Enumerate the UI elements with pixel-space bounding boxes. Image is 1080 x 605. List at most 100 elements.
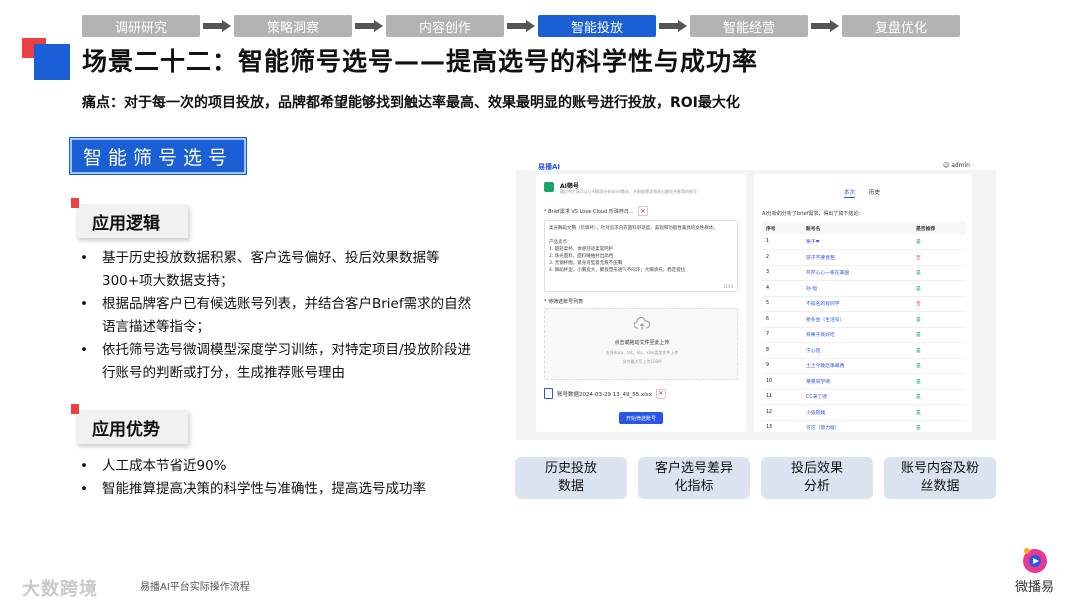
- flow-step: 智能经营: [690, 15, 808, 37]
- table-row: 10 莱莱同学啊是: [762, 373, 966, 390]
- feature-box: 账号内容及粉 丝数据: [884, 457, 996, 499]
- upload-limit-text: 文件最大可上传100M: [622, 359, 662, 364]
- table-row: 2 孩子不要善茬否: [762, 249, 966, 266]
- feature-box: 投后效果 分析: [761, 457, 873, 499]
- tab-history[interactable]: 历史: [869, 188, 880, 198]
- brief-line: 3. 无钢杯圈，紧身弯型着无痕不压胸: [549, 261, 623, 266]
- flow-step: 策略洞察: [234, 15, 352, 37]
- advantage-list: 人工成本节省近90% 智能推算提高决策的科学性与准确性，提高选号成功率: [80, 455, 480, 501]
- account-name-link[interactable]: 不知名的程同学: [802, 296, 912, 312]
- account-name-link[interactable]: 宁心宛: [802, 342, 912, 359]
- brief-line: 4. 舞蹈杯型，小胸变大，聚拢塑形透气不闷汗；大胸承托，稳定提拉: [549, 268, 686, 273]
- recommend-flag: 是: [912, 389, 966, 405]
- account-name-link[interactable]: CC来了呢: [802, 389, 912, 405]
- row-index: 6: [762, 311, 802, 328]
- result-lead: AI分析的分析了brief需求，得出了如下结论：: [762, 211, 864, 217]
- upload-cloud-icon: [634, 317, 650, 330]
- brief-line: 1. 超轻柔杯，体感舒适柔软呵护: [549, 247, 614, 252]
- row-index: 8: [762, 342, 802, 359]
- account-name-link[interactable]: 芹芹心心一家在美国: [802, 265, 912, 281]
- list-item: 根据品牌客户已有候选账号列表，并结合客户Brief需求的自然语言描述等指令；: [80, 293, 480, 339]
- recommend-flag: 是: [912, 327, 966, 343]
- account-name-link[interactable]: 栗子❤: [802, 234, 912, 250]
- table-row: 5 不知名的程同学否: [762, 296, 966, 312]
- app-logo: 易播AI: [538, 163, 561, 171]
- account-name-link[interactable]: 土土今晚吃串串香: [802, 358, 912, 374]
- uploaded-file: 账号数据2024-03-29 13_49_55.xlsx ✕: [544, 388, 666, 399]
- feature-box: 客户选号差异 化指标: [638, 457, 750, 499]
- brief-line: [549, 232, 733, 239]
- user-name: admin: [951, 162, 970, 169]
- row-index: 4: [762, 280, 802, 297]
- row-index: 9: [762, 358, 802, 374]
- upload-types-text: 支持docx、txt、xls、xlsx类型文件上传: [605, 350, 679, 355]
- recommend-flag: 是: [912, 234, 966, 250]
- process-flow: 调研研究 策略洞察 内容创作 智能投放 智能经营 复盘优化: [82, 15, 960, 37]
- account-name-link[interactable]: 桥多金（生活号）: [802, 311, 912, 328]
- brief-label[interactable]: * Brief需求 VS Love Cloud 珍珠杯日...: [544, 208, 634, 215]
- start-filter-button[interactable]: 开始筛选账号: [619, 412, 663, 424]
- upload-label: * 待筛选账号列表: [544, 299, 584, 305]
- feature-label: 账号内容及粉 丝数据: [900, 461, 979, 494]
- table-row: 8 宁心宛是: [762, 342, 966, 359]
- row-index: 7: [762, 327, 802, 343]
- result-table: 序号 账号名 是否推荐 1 栗子❤ 是 2 孩子不要善茬否 3 芹芹心心一家在美国是 4 孙·恒…: [762, 222, 966, 436]
- brief-line: 产品卖点：: [549, 240, 572, 245]
- panel-description: 通过AI工具可以让AI帮助分析brief需求，并根据需求筛选出最适合推荐的账号: [560, 189, 697, 194]
- row-index: 3: [762, 265, 802, 281]
- pain-point-text: 痛点：对于每一次的项目投放，品牌都希望能够找到触达率最高、效果最明显的账号进行投…: [82, 95, 740, 111]
- table-row: 6 桥多金（生活号）是: [762, 311, 966, 328]
- list-item: 基于历史投放数据积累、客户选号偏好、投后效果数据等300+项大数据支持；: [80, 247, 480, 293]
- table-row: 1 栗子❤ 是: [762, 234, 966, 250]
- recommend-flag: 是: [912, 265, 966, 281]
- logic-list: 基于历史投放数据积累、客户选号偏好、投后效果数据等300+项大数据支持； 根据品…: [80, 247, 480, 385]
- watermark: 大数跨境: [22, 579, 98, 600]
- file-icon: [544, 388, 553, 399]
- table-row: 4 孙·恒是: [762, 280, 966, 297]
- arrow-right-icon: [656, 15, 690, 37]
- column-header: 序号: [762, 222, 802, 234]
- ai-filter-panel: AI筛号 通过AI工具可以让AI帮助分析brief需求，并根据需求筛选出最适合推…: [536, 174, 746, 432]
- table-row: 3 芹芹心心一家在美国是: [762, 265, 966, 281]
- logic-heading: 应用逻辑: [71, 198, 188, 238]
- account-name-link[interactable]: 可可（努力版）: [802, 420, 912, 436]
- page-title: 场景二十二：智能筛号选号——提高选号的科学性与成功率: [82, 47, 759, 76]
- scenario-badge: 智能筛号选号: [70, 138, 246, 174]
- recommend-flag: 否: [912, 249, 966, 266]
- recommend-flag: 是: [912, 358, 966, 374]
- list-item: 依托筛号选号微调模型深度学习训练，对特定项目/投放阶段进行账号的判断或打分，生成…: [80, 339, 480, 385]
- brief-line: 柔光舞蹈文胸（珍珠杯），针对追求内衣面料舒适度、美观和功能性兼具的女性群体。: [549, 226, 718, 231]
- feature-box: 历史投放 数据: [515, 457, 627, 499]
- red-mark: [71, 404, 79, 414]
- list-item: 智能推算提高决策的科学性与准确性，提高选号成功率: [80, 478, 480, 501]
- account-name-link[interactable]: 有栗子真好吃: [802, 327, 912, 343]
- brief-line: 2. 珠光面料，面料睡抽衬出高档: [549, 254, 614, 259]
- delete-file-icon[interactable]: ✕: [655, 388, 666, 399]
- recommend-flag: 是: [912, 342, 966, 359]
- arrow-right-icon: [808, 15, 842, 37]
- column-header: 账号名: [802, 222, 912, 234]
- file-name: 账号数据2024-03-29 13_49_55.xlsx: [557, 391, 652, 398]
- arrow-right-icon: [352, 15, 386, 37]
- row-index: 2: [762, 249, 802, 266]
- row-index: 5: [762, 296, 802, 312]
- brief-textarea[interactable]: 柔光舞蹈文胸（珍珠杯），针对追求内衣面料舒适度、美观和功能性兼具的女性群体。 产…: [544, 220, 738, 292]
- table-row: 12 小张阿姨. 是: [762, 404, 966, 421]
- list-item: 人工成本节省近90%: [80, 455, 480, 478]
- account-name-link[interactable]: 孩子不要善茬: [802, 249, 912, 266]
- source-note: 易播AI平台实际操作流程: [140, 582, 250, 593]
- user-menu[interactable]: ☺ admin: [943, 162, 970, 169]
- account-name-link[interactable]: 孙·恒: [802, 280, 912, 297]
- recommend-flag: 是: [912, 420, 966, 436]
- feature-label: 历史投放 数据: [544, 461, 597, 494]
- flow-step: 智能投放: [538, 15, 656, 37]
- account-name-link[interactable]: 莱莱同学啊: [802, 373, 912, 390]
- feature-label: 客户选号差异 化指标: [654, 461, 733, 494]
- account-name-link[interactable]: 小张阿姨.: [802, 404, 912, 421]
- brand-name: 微播易: [1014, 580, 1054, 595]
- tab-current[interactable]: 本次: [844, 188, 856, 198]
- trash-icon[interactable]: ✕: [638, 206, 648, 216]
- upload-dropzone[interactable]: 点击或拖动文件至此上传 支持docx、txt、xls、xlsx类型文件上传 文件…: [544, 308, 738, 380]
- app-header: 易播AI ☺ admin: [516, 140, 996, 171]
- recommend-flag: 是: [912, 373, 966, 390]
